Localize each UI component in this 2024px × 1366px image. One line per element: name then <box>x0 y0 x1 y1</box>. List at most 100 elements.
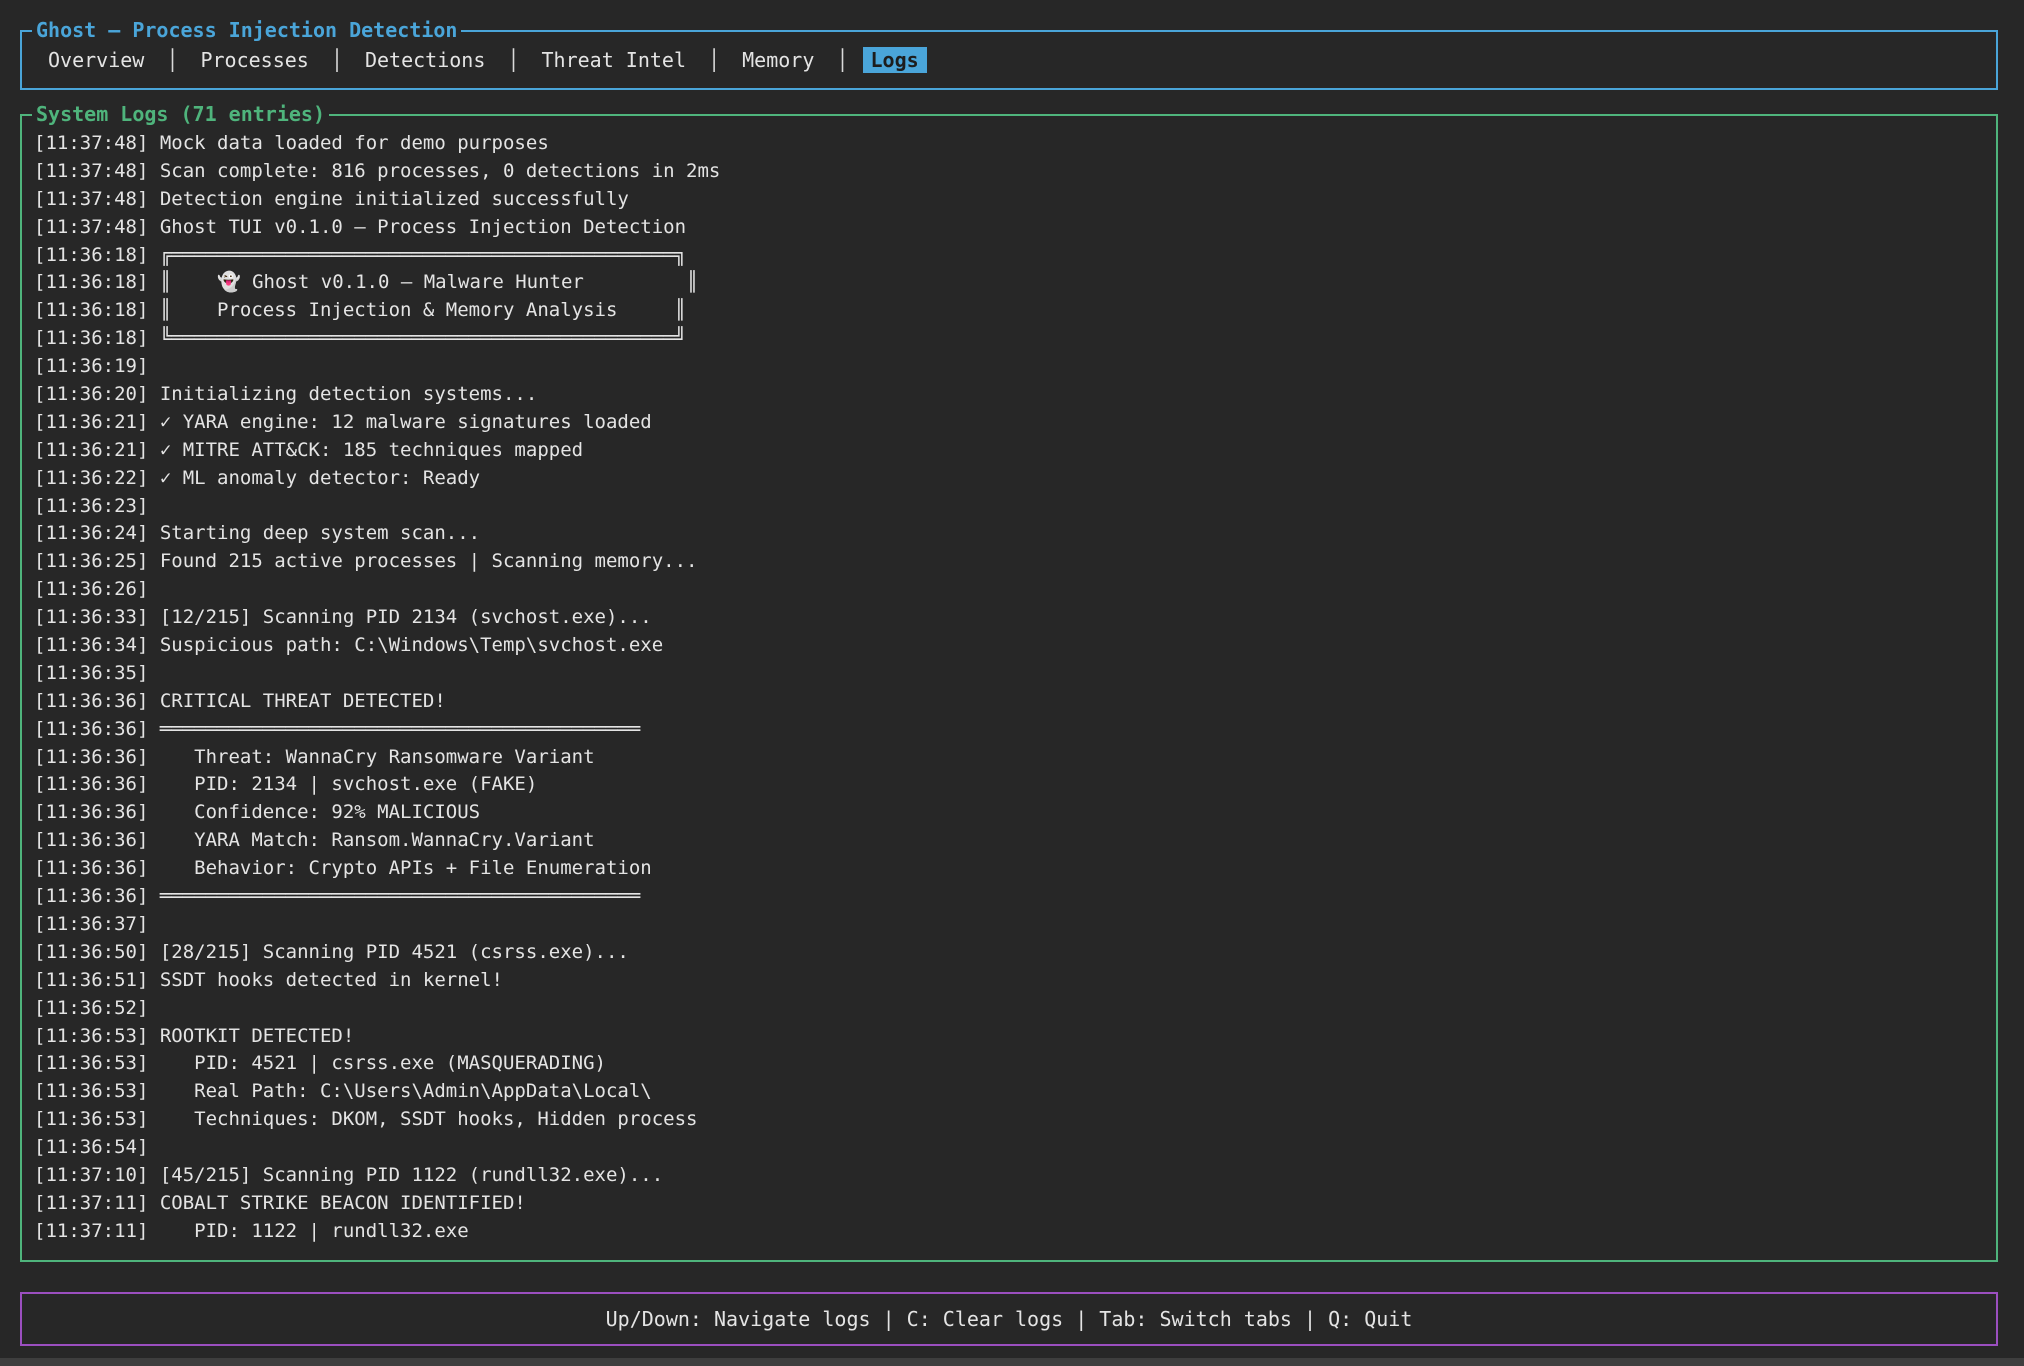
log-entry: [11:36:36] PID: 2134 | svchost.exe (FAKE… <box>34 771 1990 799</box>
log-message: Behavior: Crypto APIs + File Enumeration <box>160 857 652 879</box>
log-entry: [11:36:54] <box>34 1134 1990 1162</box>
log-message: [12/215] Scanning PID 2134 (svchost.exe)… <box>160 606 652 628</box>
log-message: [28/215] Scanning PID 4521 (csrss.exe)..… <box>160 941 629 963</box>
log-entry: [11:36:21]✓ MITRE ATT&CK: 185 techniques… <box>34 437 1990 465</box>
logs-panel-title: System Logs (71 entries) <box>32 101 329 127</box>
log-entry: [11:37:48]Scan complete: 816 processes, … <box>34 158 1990 186</box>
log-message: ✓ YARA engine: 12 malware signatures loa… <box>160 411 652 433</box>
log-timestamp: [11:36:36] <box>34 773 148 795</box>
log-timestamp: [11:36:53] <box>34 1025 148 1047</box>
log-message: ║ Process Injection & Memory Analysis ║ <box>160 299 686 321</box>
log-message: Initializing detection systems... <box>160 383 538 405</box>
tab-threat-intel[interactable]: Threat Intel <box>534 47 695 73</box>
log-timestamp: [11:36:23] <box>34 495 148 517</box>
window-edge <box>0 1358 2024 1366</box>
log-entry: [11:37:48]Ghost TUI v0.1.0 — Process Inj… <box>34 214 1990 242</box>
keyboard-hints: Up/Down: Navigate logs | C: Clear logs |… <box>606 1307 1413 1331</box>
log-message: Mock data loaded for demo purposes <box>160 132 549 154</box>
log-message: ROOTKIT DETECTED! <box>160 1025 354 1047</box>
log-timestamp: [11:37:10] <box>34 1164 148 1186</box>
log-timestamp: [11:36:36] <box>34 829 148 851</box>
log-message: Techniques: DKOM, SSDT hooks, Hidden pro… <box>160 1108 698 1130</box>
log-message: ╔═══════════════════════════════════════… <box>160 244 686 266</box>
log-timestamp: [11:36:18] <box>34 327 148 349</box>
log-entry: [11:36:36] CRITICAL THREAT DETECTED! <box>34 688 1990 716</box>
log-entry: [11:37:11] COBALT STRIKE BEACON IDENTIFIE… <box>34 1190 1990 1218</box>
log-timestamp: [11:36:26] <box>34 578 148 600</box>
log-message: Confidence: 92% MALICIOUS <box>160 801 480 823</box>
tab-processes[interactable]: Processes <box>192 47 316 73</box>
log-timestamp: [11:36:36] <box>34 718 148 740</box>
log-timestamp: [11:36:53] <box>34 1108 148 1130</box>
log-entry: [11:36:18] ╔═════════════════════════════… <box>34 242 1990 270</box>
log-timestamp: [11:36:36] <box>34 746 148 768</box>
tab-separator: │ <box>696 48 732 72</box>
log-entry: [11:37:48] Detection engine initialized s… <box>34 186 1990 214</box>
log-entry: [11:36:23] <box>34 493 1990 521</box>
log-entry: [11:36:18]╚═════════════════════════════… <box>34 325 1990 353</box>
log-entry: [11:36:50] [28/215] Scanning PID 4521 (cs… <box>34 939 1990 967</box>
log-timestamp: [11:36:21] <box>34 411 148 433</box>
tab-bar: Overview │ Processes │ Detections │ Thre… <box>38 32 929 88</box>
log-entry: [11:37:48] Mock data loaded for demo purp… <box>34 130 1990 158</box>
log-timestamp: [11:36:36] <box>34 885 148 907</box>
log-entry: [11:36:20]Initializing detection systems… <box>34 381 1990 409</box>
log-list[interactable]: [11:37:48] Mock data loaded for demo purp… <box>34 130 1990 1254</box>
log-entry: [11:36:36] Confidence: 92% MALICIOUS <box>34 799 1990 827</box>
log-timestamp: [11:37:48] <box>34 188 148 210</box>
log-entry: [11:36:18] ║ 👻 Ghost v0.1.0 — Malware Hun… <box>34 269 1990 297</box>
log-entry: [11:36:36] Behavior: Crypto APIs + File … <box>34 855 1990 883</box>
log-entry: [11:36:37] <box>34 911 1990 939</box>
log-message: [45/215] Scanning PID 1122 (rundll32.exe… <box>160 1164 663 1186</box>
log-entry: [11:36:36]══════════════════════════════… <box>34 716 1990 744</box>
tab-memory[interactable]: Memory <box>734 47 822 73</box>
log-entry: [11:36:25]Found 215 active processes | S… <box>34 548 1990 576</box>
tab-separator: │ <box>154 48 190 72</box>
log-timestamp: [11:36:18] <box>34 244 148 266</box>
log-entry: [11:36:36] YARA Match: Ransom.WannaCry.V… <box>34 827 1990 855</box>
log-message: Threat: WannaCry Ransomware Variant <box>160 746 595 768</box>
log-entry: [11:36:53] Real Path: C:\Users\Admin\App… <box>34 1078 1990 1106</box>
log-message: Detection engine initialized successfull… <box>160 188 629 210</box>
log-timestamp: [11:36:50] <box>34 941 148 963</box>
log-entry: [11:36:36] Threat: WannaCry Ransomware V… <box>34 744 1990 772</box>
log-timestamp: [11:36:25] <box>34 550 148 572</box>
log-entry: [11:36:53] PID: 4521 | csrss.exe (MASQUE… <box>34 1050 1990 1078</box>
log-timestamp: [11:36:22] <box>34 467 148 489</box>
log-message: ║ 👻 Ghost v0.1.0 — Malware Hunter ║ <box>160 271 698 293</box>
log-message: Suspicious path: C:\Windows\Temp\svchost… <box>160 634 663 656</box>
log-message: PID: 4521 | csrss.exe (MASQUERADING) <box>160 1052 606 1074</box>
log-timestamp: [11:36:18] <box>34 271 148 293</box>
log-message: Scan complete: 816 processes, 0 detectio… <box>160 160 721 182</box>
terminal-screen: Ghost — Process Injection Detection Over… <box>0 0 2024 1366</box>
log-timestamp: [11:37:11] <box>34 1192 148 1214</box>
log-entry: [11:36:26] <box>34 576 1990 604</box>
log-timestamp: [11:36:53] <box>34 1052 148 1074</box>
system-logs-panel: System Logs (71 entries) [11:37:48]Mock … <box>20 114 1998 1262</box>
log-entry: [11:36:35] <box>34 660 1990 688</box>
tab-overview[interactable]: Overview <box>40 47 152 73</box>
log-entry: [11:36:19] <box>34 353 1990 381</box>
tab-separator: │ <box>319 48 355 72</box>
log-timestamp: [11:36:21] <box>34 439 148 461</box>
log-timestamp: [11:36:36] <box>34 801 148 823</box>
log-message: Real Path: C:\Users\Admin\AppData\Local\ <box>160 1080 652 1102</box>
log-entry: [11:36:33] [12/215] Scanning PID 2134 (sv… <box>34 604 1990 632</box>
log-entry: [11:37:11] PID: 1122 | rundll32.exe <box>34 1218 1990 1246</box>
log-message: CRITICAL THREAT DETECTED! <box>160 690 446 712</box>
log-timestamp: [11:37:48] <box>34 132 148 154</box>
log-timestamp: [11:36:24] <box>34 522 148 544</box>
log-timestamp: [11:36:35] <box>34 662 148 684</box>
log-timestamp: [11:36:19] <box>34 355 148 377</box>
log-entry: [11:36:18]║ Process Injection & Memory A… <box>34 297 1990 325</box>
app-header-panel: Ghost — Process Injection Detection Over… <box>20 30 1998 90</box>
log-timestamp: [11:36:36] <box>34 857 148 879</box>
status-bar: Up/Down: Navigate logs | C: Clear logs |… <box>20 1292 1998 1346</box>
log-entry: [11:36:36]══════════════════════════════… <box>34 883 1990 911</box>
tab-detections[interactable]: Detections <box>357 47 493 73</box>
tab-logs[interactable]: Logs <box>863 47 927 73</box>
log-timestamp: [11:36:33] <box>34 606 148 628</box>
log-timestamp: [11:36:34] <box>34 634 148 656</box>
log-message: COBALT STRIKE BEACON IDENTIFIED! <box>160 1192 526 1214</box>
log-timestamp: [11:36:36] <box>34 690 148 712</box>
